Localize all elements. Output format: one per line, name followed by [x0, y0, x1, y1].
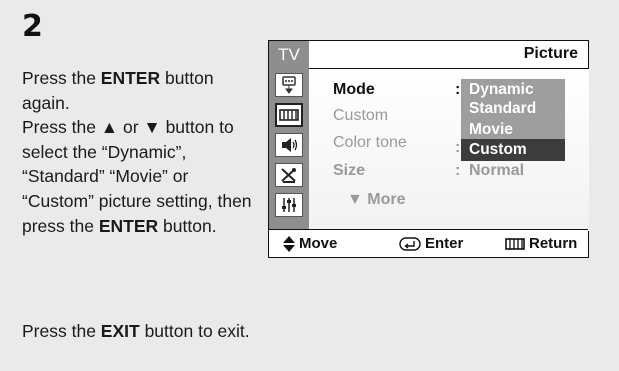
dropdown-option-standard[interactable]: Standard — [461, 101, 565, 119]
menu-item-size[interactable]: Size — [333, 162, 365, 180]
footer-move-label: Move — [299, 235, 338, 252]
up-down-arrow-icon — [283, 235, 295, 252]
tv-label: TV — [269, 41, 309, 68]
instructions: Press the ENTER button again. Press the … — [22, 66, 252, 238]
exit-note-pre: Press the — [22, 321, 101, 341]
input-icon[interactable] — [275, 73, 303, 97]
osd-sidebar: TV — [269, 41, 309, 231]
osd-header: Picture — [269, 41, 588, 69]
osd-body: Mode : Custom Color tone : Size : Normal… — [309, 69, 589, 231]
dropdown-option-movie[interactable]: Movie — [461, 119, 565, 139]
dropdown-option-custom[interactable]: Custom — [461, 139, 565, 161]
menu-item-mode[interactable]: Mode — [333, 81, 375, 99]
channel-icon[interactable] — [275, 163, 303, 187]
size-value: Normal — [469, 162, 525, 179]
instruction-2-post: button. — [158, 215, 217, 236]
footer-enter: Enter — [399, 235, 463, 252]
osd-title: Picture — [523, 45, 578, 62]
setup-icon[interactable] — [275, 193, 303, 217]
osd-menu: Picture TV Mode : Custom Color tone: Si… — [268, 40, 589, 258]
footer-enter-label: Enter — [425, 235, 464, 252]
instruction-line-1: Press the ENTER button again. — [22, 66, 252, 115]
menu-colon-size: : — [455, 162, 461, 179]
exit-note-post: button to exit. — [139, 321, 250, 341]
menu-item-color-tone[interactable]: Color tone — [333, 134, 407, 152]
footer-move: Move — [283, 235, 337, 252]
more-item[interactable]: ▼ More — [347, 191, 406, 209]
picture-icon[interactable] — [275, 103, 303, 127]
dropdown-option-dynamic[interactable]: Dynamic — [461, 79, 565, 101]
menu-item-custom[interactable]: Custom — [333, 107, 388, 125]
enter-key-label-2: ENTER — [98, 215, 159, 236]
exit-key-label: EXIT — [100, 321, 140, 341]
step-number: 2 — [22, 9, 44, 44]
menu-colon-color-tone: : — [455, 139, 461, 156]
manual-page: 2 Press the ENTER button again. Press th… — [0, 0, 619, 371]
sound-icon[interactable] — [275, 133, 303, 157]
footer-return: Return — [505, 235, 577, 252]
instruction-1-pre: Press the — [22, 68, 101, 88]
osd-footer: Move Enter Return — [269, 229, 588, 257]
enter-key-label: ENTER — [100, 68, 161, 88]
instruction-line-2: Press the ▲ or ▼ button to select the “D… — [22, 115, 252, 238]
return-icon — [505, 237, 525, 250]
mode-dropdown[interactable]: Dynamic Standard Movie Custom — [461, 79, 565, 161]
footer-return-label: Return — [529, 235, 578, 252]
menu-colon-mode: : — [455, 81, 461, 98]
enter-icon — [399, 236, 421, 251]
exit-note: Press the EXIT button to exit. — [22, 319, 252, 344]
